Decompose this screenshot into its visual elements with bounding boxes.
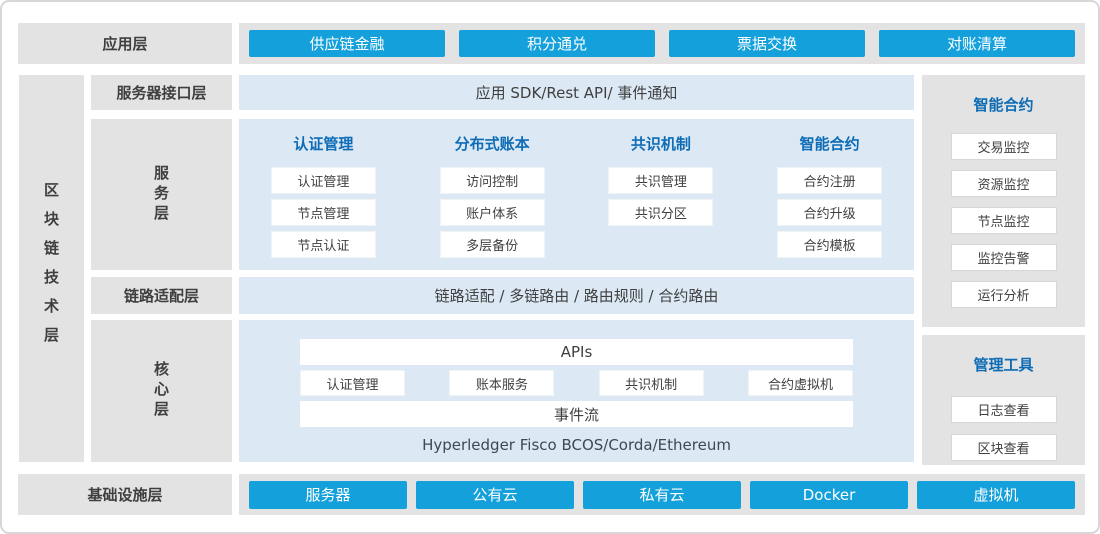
platforms-text: Hyperledger Fisco BCOS/Corda/Ethereum (300, 436, 853, 454)
core-modules-row: 认证管理 账本服务 共识机制 合约虚拟机 (300, 370, 853, 396)
sub-layer-labels: 服务器接口层 服务层 链路适配层 核心层 (91, 75, 232, 462)
infra-layer-label: 基础设施层 (18, 474, 232, 515)
service-col-auth: 认证管理 认证管理 节点管理 节点认证 (239, 134, 408, 270)
service-col-smart-contract: 智能合约 合约注册 合约升级 合约模板 (745, 134, 914, 270)
infra-layer-strip: 服务器 公有云 私有云 Docker 虚拟机 (239, 474, 1085, 515)
app-block-supply-chain-finance: 供应链金融 (249, 30, 445, 57)
tech-layer-content: 应用 SDK/Rest API/ 事件通知 认证管理 认证管理 节点管理 节点认… (239, 75, 914, 462)
core-layer-inner: APIs 认证管理 账本服务 共识机制 合约虚拟机 事件流 Hyperledge… (300, 339, 853, 454)
service-col-ledger-header: 分布式账本 (455, 134, 530, 154)
service-chip-contract-template: 合约模板 (777, 231, 882, 258)
sdk-api-bar: 应用 SDK/Rest API/ 事件通知 (239, 75, 914, 110)
service-chip-consensus-management: 共识管理 (608, 167, 713, 194)
chip-block-view: 区块查看 (951, 434, 1057, 461)
service-chip-contract-upgrade: 合约升级 (777, 199, 882, 226)
interface-layer-label: 服务器接口层 (91, 75, 232, 110)
app-block-bill-exchange: 票据交换 (669, 30, 865, 57)
service-chip-account-system: 账户体系 (440, 199, 545, 226)
link-adapter-layer-label: 链路适配层 (91, 277, 232, 314)
service-chip-multilayer-backup: 多层备份 (440, 231, 545, 258)
chip-operation-analysis: 运行分析 (951, 281, 1057, 308)
monitor-box-header: 智能合约 (973, 95, 1033, 115)
core-chip-ledger-service: 账本服务 (449, 370, 554, 396)
service-layer-panel: 认证管理 认证管理 节点管理 节点认证 分布式账本 访问控制 账户体系 多层备份… (239, 119, 914, 270)
link-adapter-bar: 链路适配 / 多链路由 / 路由规则 / 合约路由 (239, 277, 914, 314)
service-chip-consensus-partition: 共识分区 (608, 199, 713, 226)
management-tools-box: 管理工具 日志查看 区块查看 (922, 335, 1085, 465)
service-col-consensus: 共识机制 共识管理 共识分区 (577, 134, 746, 270)
service-layer-label-box: 服务层 (91, 119, 232, 270)
chip-transaction-monitor: 交易监控 (951, 133, 1057, 160)
chip-resource-monitor: 资源监控 (951, 170, 1057, 197)
core-chip-contract-vm: 合约虚拟机 (748, 370, 853, 396)
blockchain-tech-layer-label: 区块链技术层 (41, 182, 62, 356)
core-chip-auth-management: 认证管理 (300, 370, 405, 396)
blockchain-tech-layer-bar: 区块链技术层 (19, 75, 84, 462)
smart-contract-monitor-box: 智能合约 交易监控 资源监控 节点监控 监控告警 运行分析 (922, 75, 1085, 327)
chip-node-monitor: 节点监控 (951, 207, 1057, 234)
service-chip-contract-register: 合约注册 (777, 167, 882, 194)
infra-block-virtual-machine: 虚拟机 (917, 481, 1075, 509)
infra-block-docker: Docker (750, 481, 908, 509)
core-layer-label-box: 核心层 (91, 320, 232, 462)
service-col-contract-header: 智能合约 (800, 134, 860, 154)
apis-bar: APIs (300, 339, 853, 365)
app-block-reconciliation-clearing: 对账清算 (879, 30, 1075, 57)
service-col-auth-header: 认证管理 (293, 134, 353, 154)
infra-block-server: 服务器 (249, 481, 407, 509)
core-layer-label: 核心层 (151, 361, 172, 421)
infra-block-private-cloud: 私有云 (583, 481, 741, 509)
infra-block-public-cloud: 公有云 (416, 481, 574, 509)
service-col-consensus-header: 共识机制 (631, 134, 691, 154)
service-chip-node-auth: 节点认证 (271, 231, 376, 258)
service-chip-node-management: 节点管理 (271, 199, 376, 226)
core-chip-consensus-mechanism: 共识机制 (599, 370, 704, 396)
service-chip-auth-management: 认证管理 (271, 167, 376, 194)
tools-box-header: 管理工具 (973, 355, 1033, 375)
app-layer-strip: 供应链金融 积分通兑 票据交换 对账清算 (239, 23, 1085, 64)
right-side-panel: 智能合约 交易监控 资源监控 节点监控 监控告警 运行分析 管理工具 日志查看 … (922, 75, 1085, 465)
service-col-distributed-ledger: 分布式账本 访问控制 账户体系 多层备份 (408, 134, 577, 270)
event-stream-bar: 事件流 (300, 401, 853, 427)
app-block-points-exchange: 积分通兑 (459, 30, 655, 57)
app-layer-label: 应用层 (18, 23, 232, 64)
service-chip-access-control: 访问控制 (440, 167, 545, 194)
service-layer-label: 服务层 (151, 165, 172, 225)
chip-monitor-alert: 监控告警 (951, 244, 1057, 271)
chip-log-view: 日志查看 (951, 396, 1057, 423)
blockchain-architecture-diagram: 应用层 供应链金融 积分通兑 票据交换 对账清算 区块链技术层 服务器接口层 服… (0, 0, 1100, 534)
core-layer-panel: APIs 认证管理 账本服务 共识机制 合约虚拟机 事件流 Hyperledge… (239, 320, 914, 462)
